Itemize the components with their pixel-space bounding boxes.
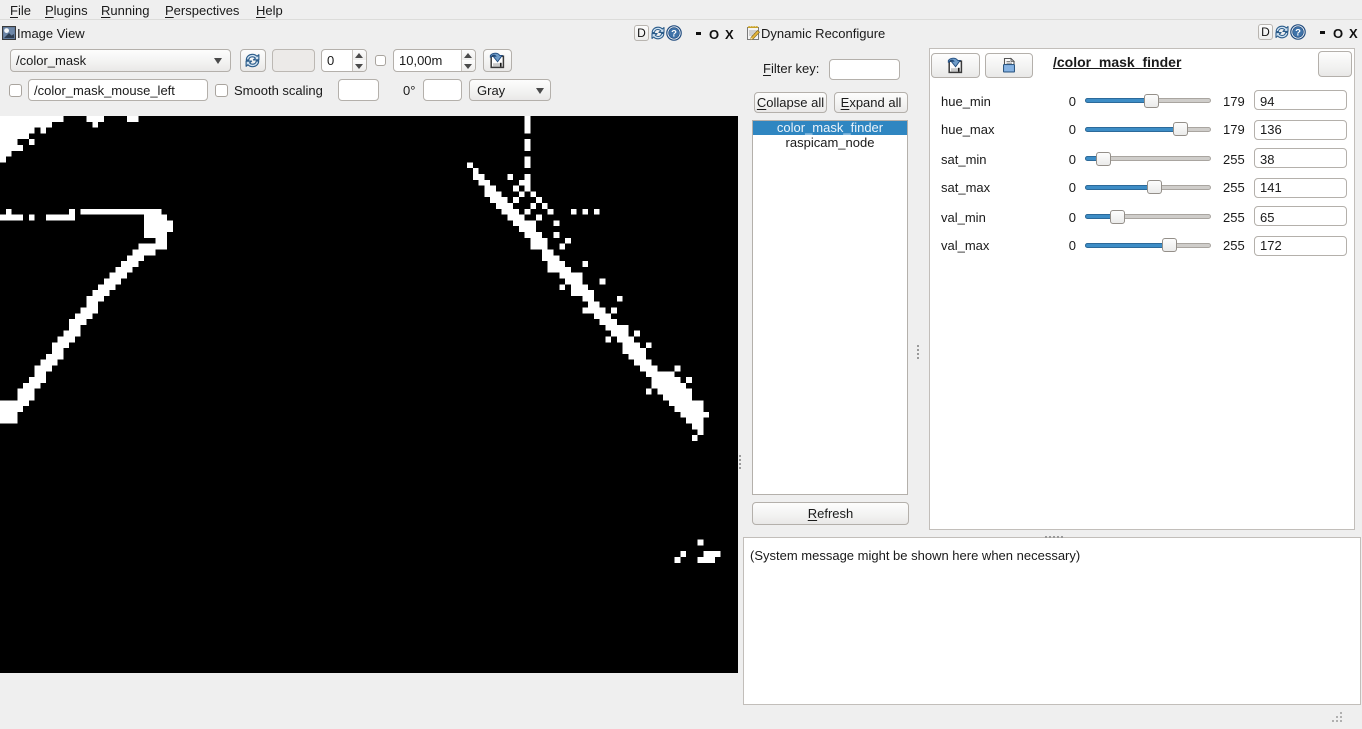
svg-text:?: ? <box>671 28 677 39</box>
svg-text:?: ? <box>1295 27 1301 38</box>
